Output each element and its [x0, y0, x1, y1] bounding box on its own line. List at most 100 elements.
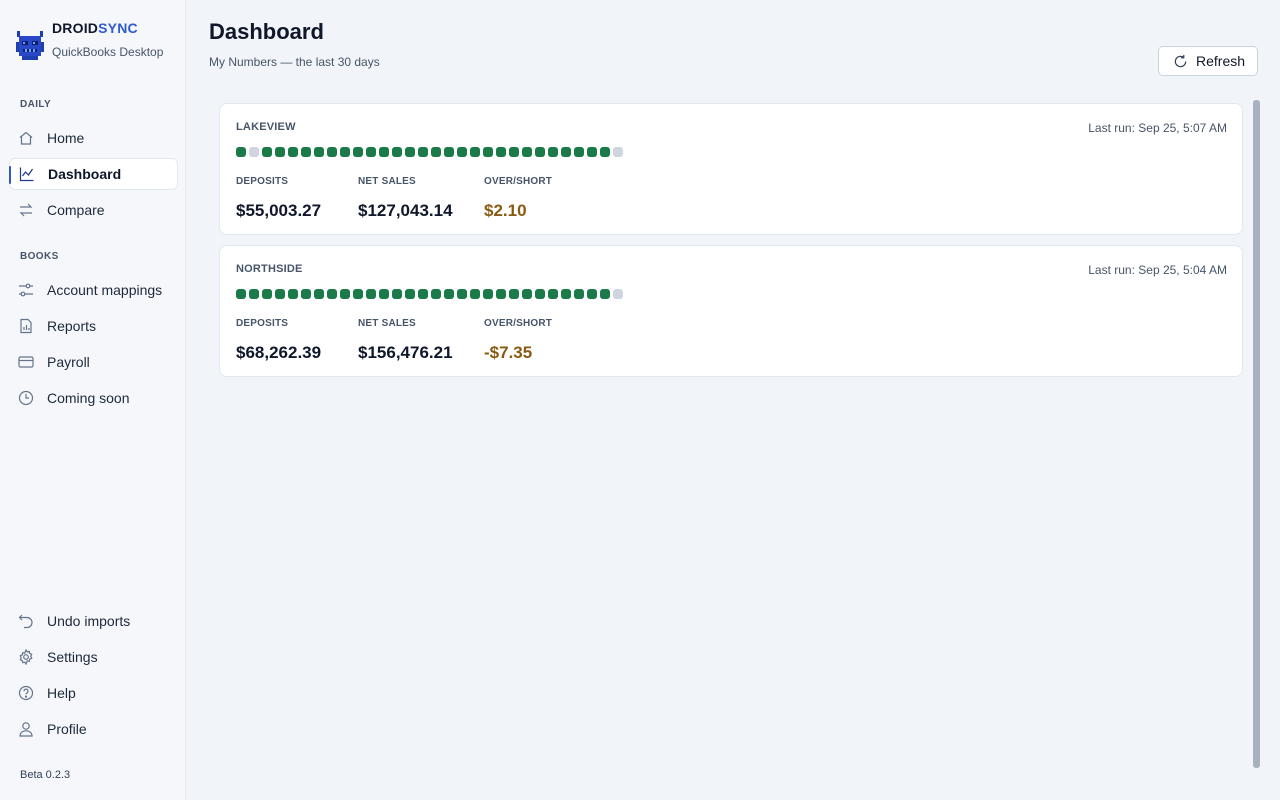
metric-value: $2.10: [484, 201, 527, 220]
day-status-ok: [561, 147, 571, 157]
day-status-ok: [457, 147, 467, 157]
day-status-ok: [262, 147, 272, 157]
day-status-ok: [340, 147, 350, 157]
day-status-ok: [327, 289, 337, 299]
sidebar-item-coming-soon[interactable]: Coming soon: [9, 382, 178, 414]
day-status-ok: [574, 147, 584, 157]
day-status-ok: [236, 147, 246, 157]
day-status-ok: [522, 289, 532, 299]
metric-value: -$7.35: [484, 343, 533, 362]
metric-value: $127,043.14: [358, 201, 453, 220]
metric-label: OVER/SHORT: [484, 176, 553, 187]
day-status-ok: [561, 289, 571, 299]
sidebar-item-label: Home: [47, 130, 85, 146]
metric-label: OVER/SHORT: [484, 318, 553, 329]
metric-over-short: OVER/SHORT -$7.35: [484, 318, 552, 363]
chart-icon: [18, 165, 36, 183]
metric-net-sales: NET SALES $127,043.14: [358, 176, 453, 221]
main-content: Dashboard My Numbers — the last 30 days …: [187, 0, 1280, 800]
day-status-ok: [470, 147, 480, 157]
section-label-books: BOOKS: [20, 251, 59, 262]
day-status-ok: [431, 147, 441, 157]
day-status-ok: [405, 147, 415, 157]
day-status-ok: [340, 289, 350, 299]
metric-deposits: DEPOSITS $55,003.27: [236, 176, 321, 221]
refresh-button[interactable]: Refresh: [1158, 46, 1258, 76]
day-status-ok: [379, 289, 389, 299]
day-status-ok: [587, 289, 597, 299]
day-status-ok: [431, 289, 441, 299]
day-status-ok: [236, 289, 246, 299]
day-status-ok: [275, 289, 285, 299]
day-status-ok: [249, 289, 259, 299]
sidebar-item-reports[interactable]: Reports: [9, 310, 178, 342]
brand[interactable]: DROIDSYNC QuickBooks Desktop: [14, 20, 163, 66]
day-status-ok: [314, 147, 324, 157]
clock-icon: [17, 389, 35, 407]
metric-label: DEPOSITS: [236, 318, 289, 329]
day-status-ok: [314, 289, 324, 299]
store-card: NORTHSIDE Last run: Sep 25, 5:04 AM DEPO…: [219, 245, 1243, 377]
scrollbar-track[interactable]: [1253, 100, 1260, 768]
swap-icon: [17, 201, 35, 219]
day-status-ok: [275, 147, 285, 157]
brand-name: DROIDSYNC: [52, 20, 138, 36]
day-status-ok: [353, 147, 363, 157]
day-status-missing: [613, 289, 623, 299]
robot-logo-icon: [16, 31, 44, 60]
refresh-label: Refresh: [1196, 53, 1246, 69]
day-status-ok: [366, 289, 376, 299]
metric-over-short: OVER/SHORT $2.10: [484, 176, 552, 221]
metric-net-sales: NET SALES $156,476.21: [358, 318, 453, 363]
day-status-missing: [249, 147, 259, 157]
metric-label: NET SALES: [358, 176, 416, 187]
sidebar-item-label: Undo imports: [47, 613, 131, 629]
report-icon: [17, 317, 35, 335]
day-status-ok: [379, 147, 389, 157]
sidebar-item-account-mappings[interactable]: Account mappings: [9, 274, 178, 306]
sidebar-item-help[interactable]: Help: [9, 677, 178, 709]
version-label: Beta 0.2.3: [20, 769, 71, 781]
day-status-ok: [483, 147, 493, 157]
day-status-ok: [496, 289, 506, 299]
sidebar-item-compare[interactable]: Compare: [9, 194, 178, 226]
day-status-ok: [470, 289, 480, 299]
sidebar-item-home[interactable]: Home: [9, 122, 178, 154]
sidebar-item-settings[interactable]: Settings: [9, 641, 178, 673]
day-status-ok: [587, 147, 597, 157]
last-run: Last run: Sep 25, 5:07 AM: [1088, 121, 1227, 135]
brand-subtitle: QuickBooks Desktop: [52, 45, 164, 59]
store-name: LAKEVIEW: [236, 121, 296, 133]
sidebar-item-profile[interactable]: Profile: [9, 713, 178, 745]
day-status-ok: [548, 289, 558, 299]
metric-deposits: DEPOSITS $68,262.39: [236, 318, 321, 363]
day-status-ok: [418, 289, 428, 299]
sidebar-item-label: Reports: [47, 318, 97, 334]
user-icon: [17, 720, 35, 738]
day-status-ok: [509, 147, 519, 157]
store-card: LAKEVIEW Last run: Sep 25, 5:07 AM DEPOS…: [219, 103, 1243, 235]
metric-label: NET SALES: [358, 318, 416, 329]
day-status-ok: [392, 289, 402, 299]
scrollbar-thumb[interactable]: [1253, 100, 1260, 768]
day-status-ok: [418, 147, 428, 157]
day-status-ok: [548, 147, 558, 157]
metric-value: $55,003.27: [236, 201, 322, 220]
day-status-ok: [262, 289, 272, 299]
sidebar-item-undo-imports[interactable]: Undo imports: [9, 605, 178, 637]
sidebar-item-payroll[interactable]: Payroll: [9, 346, 178, 378]
day-status-ok: [444, 289, 454, 299]
day-status-missing: [613, 147, 623, 157]
sidebar-item-dashboard[interactable]: Dashboard: [9, 158, 178, 190]
day-status-strip: [236, 289, 623, 299]
day-status-ok: [327, 147, 337, 157]
day-status-ok: [405, 289, 415, 299]
day-status-ok: [288, 147, 298, 157]
refresh-icon: [1173, 54, 1188, 69]
undo-icon: [17, 612, 35, 630]
day-status-ok: [392, 147, 402, 157]
sidebar: DROIDSYNC QuickBooks Desktop DAILY Home …: [0, 0, 186, 800]
sidebar-item-label: Coming soon: [47, 390, 130, 406]
sidebar-item-label: Profile: [47, 721, 87, 737]
day-status-ok: [457, 289, 467, 299]
